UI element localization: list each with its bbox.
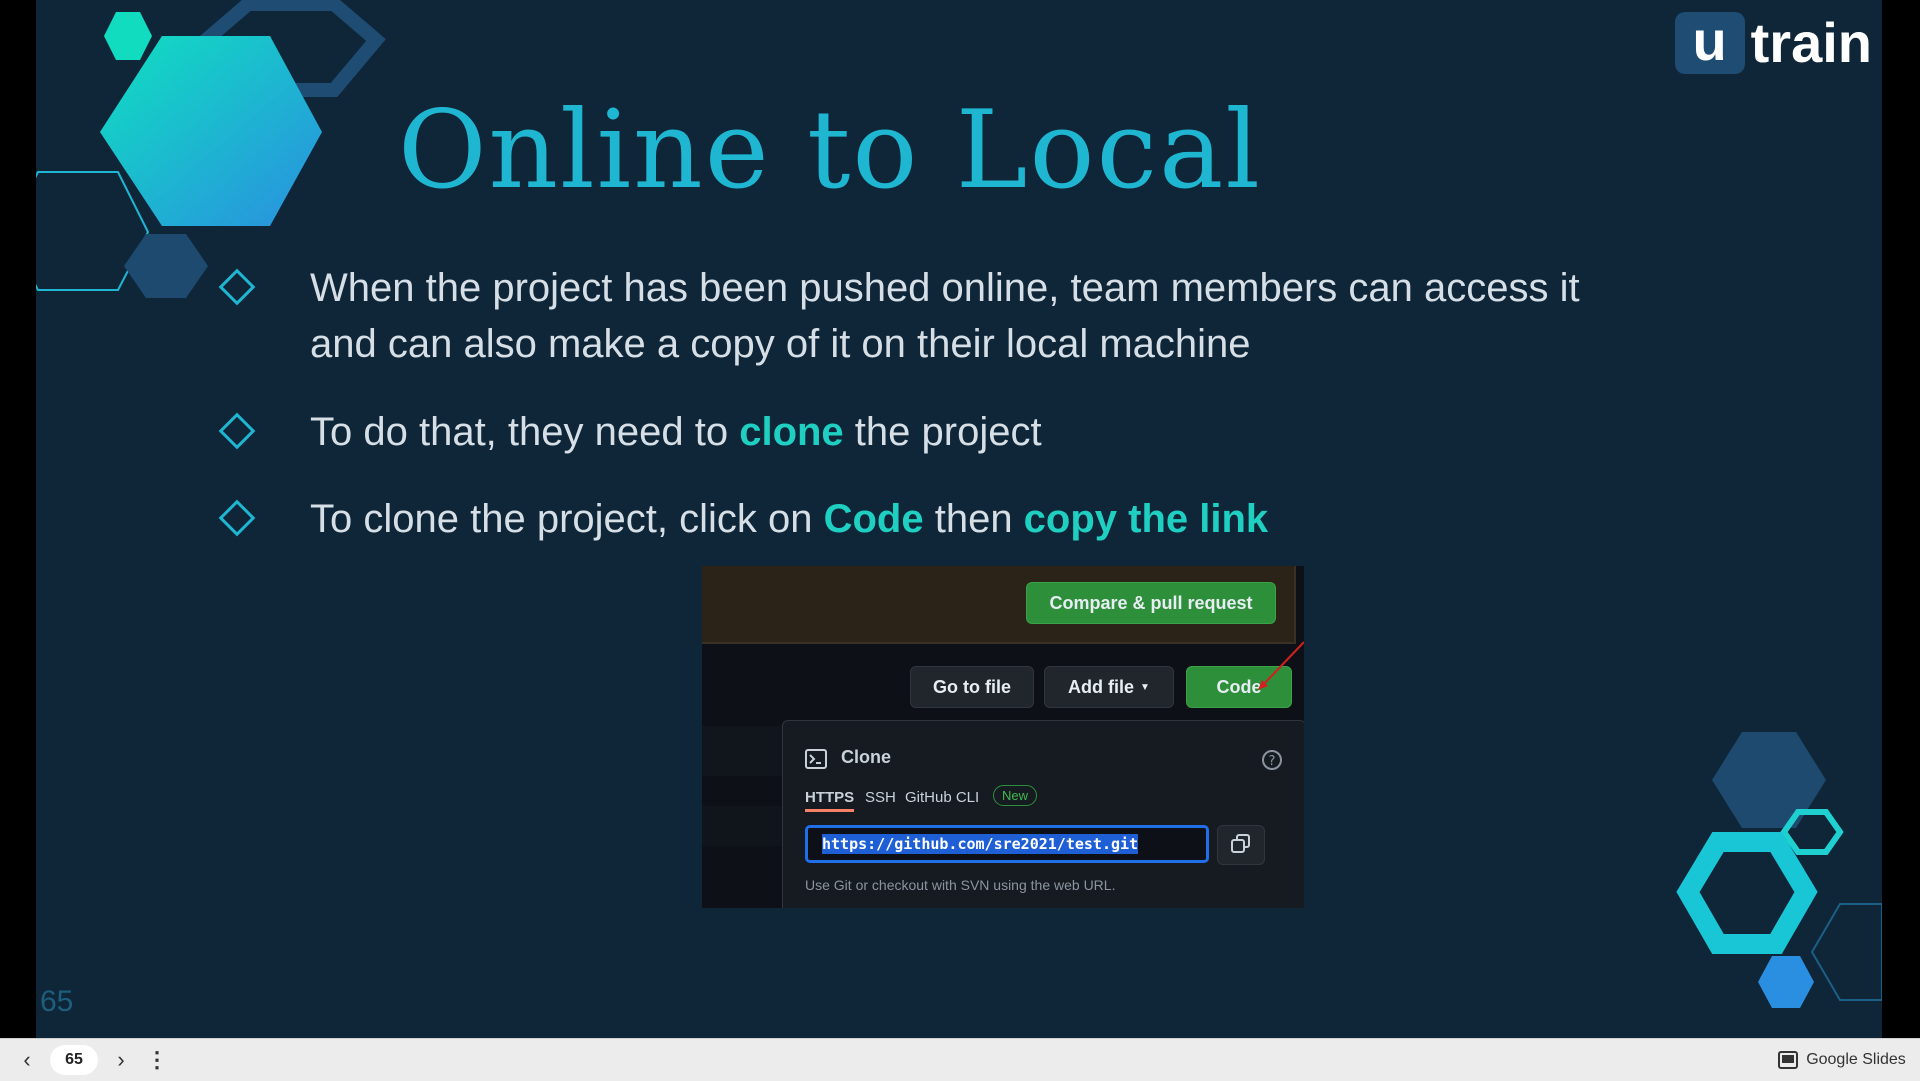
bullet-text: To do that, they need to clone the proje… <box>310 404 1042 460</box>
clone-popup: Clone ? HTTPS SSH GitHub CLI New https:/… <box>782 720 1304 908</box>
google-slides-link[interactable]: Google Slides <box>1774 1039 1910 1081</box>
previous-slide-icon[interactable]: ‹ <box>12 1039 42 1081</box>
clone-url-text: https://github.com/sre2021/test.git <box>822 834 1139 854</box>
tab-ssh: SSH <box>865 789 896 806</box>
clone-title: Clone <box>841 747 892 767</box>
hexagon-shape <box>1758 956 1814 1008</box>
bullet-2-text-end: the project <box>843 410 1042 454</box>
bullet-text: To clone the project, click on Code then… <box>310 491 1268 547</box>
logo-mark: u <box>1674 12 1745 74</box>
clone-url-field: https://github.com/sre2021/test.git <box>805 825 1209 863</box>
new-badge: New <box>993 785 1038 806</box>
tab-github-cli: GitHub CLI <box>905 789 980 806</box>
bullet-3-text-mid: then <box>923 497 1024 541</box>
hexagon-shape <box>104 12 152 60</box>
presentation-toolbar: ‹ 65 › ⋮ Google Slides <box>0 1038 1920 1081</box>
hexagon-shape <box>1780 809 1844 855</box>
svg-text:?: ? <box>1269 754 1276 769</box>
utrain-logo: u train <box>1674 11 1872 74</box>
tab-https: HTTPS <box>805 789 855 812</box>
help-icon: ? <box>1262 750 1282 770</box>
more-options-icon[interactable]: ⋮ <box>142 1039 172 1081</box>
bullet-text: When the project has been pushed online,… <box>310 260 1580 372</box>
clone-hint: Use Git or checkout with SVN using the w… <box>805 877 1116 893</box>
google-slides-icon <box>1778 1051 1799 1069</box>
logo-text: train <box>1750 11 1872 74</box>
page-number-box[interactable]: 65 <box>50 1045 98 1075</box>
next-slide-icon[interactable]: › <box>106 1039 136 1081</box>
github-screenshot: Compare & pull request Go to file Add fi… <box>702 566 1304 908</box>
bullet-3: To clone the project, click on Code then… <box>218 491 1268 547</box>
hexagon-shape <box>124 234 208 298</box>
bullet-2-highlight: clone <box>739 410 844 454</box>
slide-page-number: 65 <box>40 985 74 1018</box>
bullet-3-highlight-code: Code <box>823 497 924 541</box>
hexagon-shape <box>100 36 322 226</box>
bullet-1-line-2: and can also make a copy of it on their … <box>310 322 1251 366</box>
google-slides-label: Google Slides <box>1806 1051 1906 1068</box>
bullet-3-highlight-link: copy the link <box>1023 497 1269 541</box>
copy-button <box>1217 825 1265 865</box>
slide: Online to Local u train When the project… <box>36 0 1882 1038</box>
copy-icon <box>1231 834 1250 853</box>
hexagon-shape <box>1810 903 1882 1001</box>
diamond-bullet-icon <box>218 412 256 450</box>
repo-row-shade <box>702 726 782 776</box>
repo-row-shade <box>702 806 782 846</box>
bullet-2: To do that, they need to clone the proje… <box>218 404 1042 460</box>
diamond-bullet-icon <box>218 268 256 306</box>
slide-title: Online to Local <box>398 88 1262 213</box>
diamond-bullet-icon <box>218 499 256 537</box>
bullet-1: When the project has been pushed online,… <box>218 260 1580 372</box>
hexagon-shape <box>1676 832 1818 954</box>
bullet-3-text: To clone the project, click on <box>310 497 824 541</box>
terminal-icon <box>805 749 827 769</box>
bullet-1-line-1: When the project has been pushed online,… <box>310 266 1580 310</box>
bullet-2-text: To do that, they need to <box>310 410 740 454</box>
